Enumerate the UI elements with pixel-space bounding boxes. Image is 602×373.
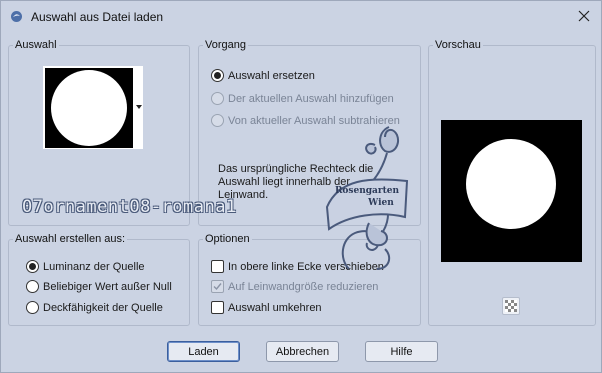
cancel-button[interactable]: Abbrechen <box>266 341 339 362</box>
title-bar: Auswahl aus Datei laden <box>1 1 601 33</box>
radio-add-selection[interactable]: Der aktuellen Auswahl hinzufügen <box>211 92 394 105</box>
preview-image <box>441 120 582 262</box>
radio-luminance-label: Luminanz der Quelle <box>43 260 145 273</box>
app-icon <box>11 11 22 22</box>
check-move-top-left-control[interactable] <box>211 260 224 273</box>
auswahl-group-title: Auswahl <box>13 39 59 51</box>
radio-opacity-control[interactable] <box>26 301 39 314</box>
vorschau-group: Vorschau <box>428 39 596 326</box>
load-button[interactable]: Laden <box>167 341 240 362</box>
close-icon <box>578 10 590 22</box>
radio-luminance-control[interactable] <box>26 260 39 273</box>
selection-thumbnail <box>45 68 133 148</box>
radio-opacity[interactable]: Deckfähigkeit der Quelle <box>26 301 163 314</box>
radio-add-control[interactable] <box>211 92 224 105</box>
selection-thumbnail-button[interactable] <box>43 66 143 149</box>
check-crop-canvas-control[interactable] <box>211 280 224 293</box>
radio-luminance[interactable]: Luminanz der Quelle <box>26 260 145 273</box>
radio-replace-label: Auswahl ersetzen <box>228 69 315 82</box>
vorgang-group-title: Vorgang <box>203 39 248 51</box>
check-crop-canvas[interactable]: Auf Leinwandgröße reduzieren <box>211 280 378 293</box>
radio-any-nonzero-control[interactable] <box>26 280 39 293</box>
help-button[interactable]: Hilfe <box>365 341 438 362</box>
radio-any-nonzero[interactable]: Beliebiger Wert außer Null <box>26 280 172 293</box>
check-invert-selection[interactable]: Auswahl umkehren <box>211 301 322 314</box>
transparency-toggle-button[interactable] <box>502 297 520 315</box>
radio-subtract-control[interactable] <box>211 114 224 127</box>
close-button[interactable] <box>571 5 597 27</box>
check-invert-selection-control[interactable] <box>211 301 224 314</box>
radio-replace-selection[interactable]: Auswahl ersetzen <box>211 69 315 82</box>
ornament-logo-watermark: Rosengarten Wien <box>325 126 409 270</box>
logo-text-rosengarten: Rosengarten <box>335 186 400 196</box>
watermark-text: 07ornament08-romana1 <box>22 197 237 217</box>
window-title: Auswahl aus Datei laden <box>31 10 164 24</box>
radio-any-nonzero-label: Beliebiger Wert außer Null <box>43 280 172 293</box>
check-invert-selection-label: Auswahl umkehren <box>228 301 322 314</box>
optionen-group-title: Optionen <box>203 233 252 245</box>
load-selection-dialog: Auswahl aus Datei laden Auswahl Vorgang … <box>0 0 602 373</box>
radio-opacity-label: Deckfähigkeit der Quelle <box>43 301 163 314</box>
checkerboard-icon <box>505 300 517 312</box>
vorschau-group-title: Vorschau <box>433 39 483 51</box>
erstellen-group: Auswahl erstellen aus: Luminanz der Quel… <box>8 233 190 326</box>
radio-add-label: Der aktuellen Auswahl hinzufügen <box>228 92 394 105</box>
check-crop-canvas-label: Auf Leinwandgröße reduzieren <box>228 280 379 293</box>
checkmark-icon <box>213 283 222 291</box>
erstellen-group-title: Auswahl erstellen aus: <box>13 233 128 245</box>
logo-text-wien: Wien <box>367 198 394 208</box>
radio-replace-control[interactable] <box>211 69 224 82</box>
dropdown-arrow-icon <box>136 105 142 109</box>
